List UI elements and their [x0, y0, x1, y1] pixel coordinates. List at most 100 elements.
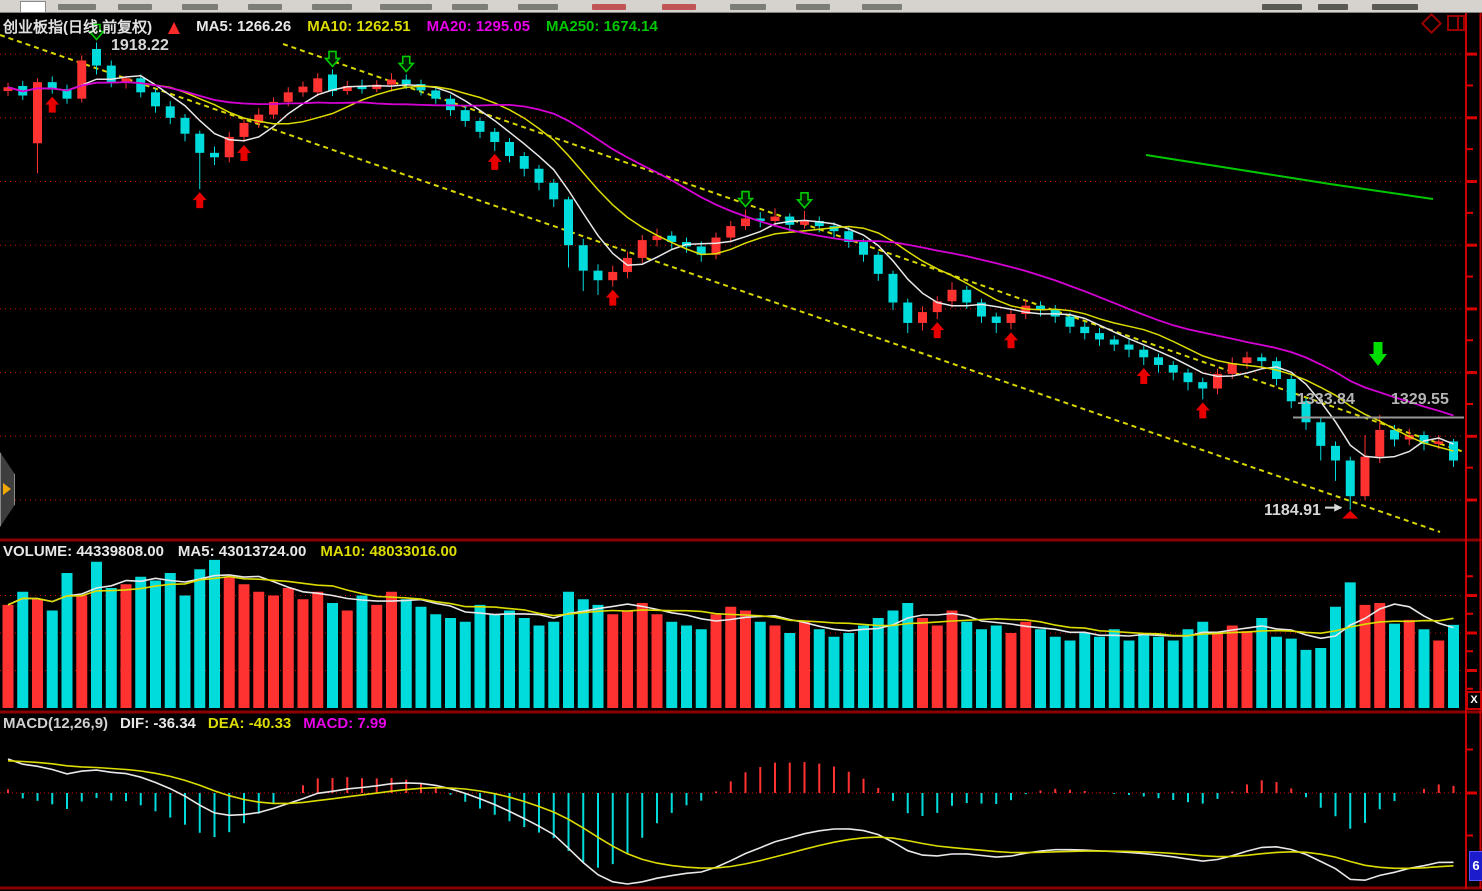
volume-bar — [1138, 633, 1149, 708]
volume-bar — [430, 614, 441, 708]
ma20-label: MA20: 1295.05 — [427, 18, 530, 35]
volume-bar — [416, 607, 427, 708]
candle — [638, 240, 647, 258]
axis-close-button[interactable]: X — [1466, 691, 1482, 710]
candle — [151, 92, 160, 106]
volume-value-label: VOLUME: 44339808.00 — [3, 543, 164, 560]
sell-signal-arrow-icon — [1369, 342, 1387, 366]
candle — [1066, 317, 1075, 327]
volume-bar — [371, 605, 382, 708]
candle — [387, 80, 396, 85]
candle — [181, 118, 190, 134]
volume-bar — [209, 560, 220, 708]
candle — [136, 78, 145, 92]
dif-label: DIF: -36.34 — [120, 715, 196, 732]
volume-bar — [548, 622, 559, 708]
volume-ma10-label: MA10: 48033016.00 — [320, 543, 457, 560]
volume-bar — [357, 596, 368, 709]
volume-bar — [563, 592, 574, 708]
candle — [1125, 345, 1134, 350]
candle — [490, 132, 499, 142]
volume-bar — [1374, 603, 1385, 708]
macd-value-label: MACD: 7.99 — [303, 715, 386, 732]
ma250-label: MA250: 1674.14 — [546, 18, 658, 35]
red-up-arrow-icon — [1137, 368, 1151, 384]
red-up-arrow-icon — [488, 154, 502, 170]
volume-bar — [283, 588, 294, 708]
volume-bar — [755, 622, 766, 708]
volume-bar — [76, 596, 87, 709]
axis-tick — [1467, 594, 1477, 597]
candle — [505, 142, 514, 156]
price-axis — [1466, 13, 1481, 889]
candle — [92, 49, 101, 66]
low-annotation-arrow — [1325, 504, 1342, 512]
volume-bar — [1433, 641, 1444, 709]
volume-bar — [17, 592, 28, 708]
volume-bar — [991, 626, 1002, 709]
green-down-arrow-icon — [798, 193, 812, 208]
volume-bar — [1404, 620, 1415, 708]
candle — [431, 90, 440, 98]
volume-bar — [917, 618, 928, 708]
recent-high-label: 1333.84 — [1297, 391, 1355, 409]
axis-tick — [1467, 180, 1477, 183]
volume-bar — [1020, 622, 1031, 708]
volume-bar — [873, 618, 884, 708]
volume-bar — [106, 588, 117, 708]
volume-bar — [1006, 633, 1017, 708]
axis-tick — [1467, 613, 1473, 615]
volume-bar — [1124, 641, 1135, 709]
candle — [1375, 430, 1384, 457]
candle — [800, 221, 809, 225]
candle — [948, 290, 957, 301]
candle — [771, 217, 780, 221]
corner-badge[interactable]: 6 — [1469, 851, 1482, 881]
ma10-label: MA10: 1262.51 — [307, 18, 410, 35]
candle — [579, 245, 588, 270]
volume-bar — [1271, 637, 1282, 708]
instrument-title: 创业板指(日线.前复权) — [3, 16, 152, 37]
diamond-icon[interactable] — [1421, 12, 1442, 33]
volume-bar — [814, 629, 825, 708]
candle — [1198, 382, 1207, 388]
volume-bar — [637, 603, 648, 708]
volume-bar — [135, 577, 146, 708]
volume-bar — [1212, 633, 1223, 708]
volume-bar — [91, 562, 102, 708]
candle — [1095, 333, 1104, 339]
volume-bar — [696, 629, 707, 708]
dual-window-icon[interactable] — [1447, 15, 1465, 31]
volume-header: VOLUME: 44339808.00 MA5: 43013724.00 MA1… — [3, 543, 457, 560]
expand-arrow-icon — [3, 483, 11, 495]
volume-bar — [622, 611, 633, 709]
candle — [77, 60, 86, 98]
period-high-label: 1918.22 — [111, 37, 169, 55]
axis-tick — [1467, 403, 1473, 405]
ma5-label: MA5: 1266.26 — [196, 18, 291, 35]
candle — [1139, 350, 1148, 358]
candle — [461, 110, 470, 121]
volume-bar — [1389, 624, 1400, 708]
candle — [1257, 357, 1266, 361]
price-ma5-line — [8, 76, 1454, 458]
volume-bar — [3, 605, 14, 708]
red-up-arrow-icon — [45, 97, 59, 113]
chart-canvas[interactable] — [0, 0, 1482, 891]
volume-bar — [1183, 629, 1194, 708]
volume-bar — [1094, 637, 1105, 708]
volume-bar — [652, 614, 663, 708]
volume-bar — [858, 626, 869, 709]
candle — [33, 82, 42, 143]
volume-bar — [239, 584, 250, 708]
candle — [1346, 461, 1355, 497]
volume-bar — [1301, 650, 1312, 708]
green-down-arrow-icon — [399, 56, 413, 71]
axis-tick — [1467, 632, 1477, 635]
volume-bars — [3, 560, 1460, 708]
candle — [549, 183, 558, 200]
candle — [608, 272, 617, 280]
dea-label: DEA: -40.33 — [208, 715, 291, 732]
volume-bar — [1065, 641, 1076, 709]
volume-bar — [799, 622, 810, 708]
